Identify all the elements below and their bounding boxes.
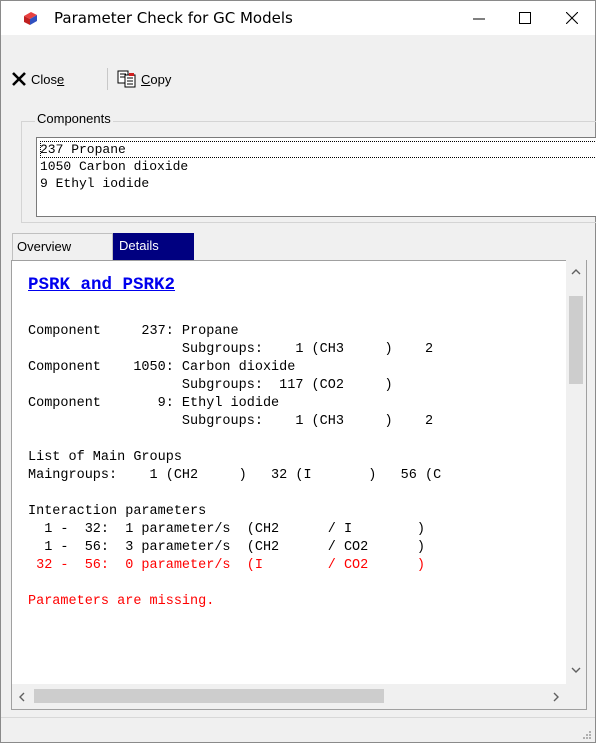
resize-grip-icon[interactable] [582, 730, 592, 740]
scroll-corner [566, 684, 586, 709]
tab-details[interactable]: Details [113, 233, 194, 260]
detail-line: 1 - 56: 3 parameter/s (CH2 / CO2 ) [28, 540, 425, 555]
chevron-right-icon[interactable] [552, 692, 560, 702]
detail-line: Component 237: Propane [28, 324, 239, 339]
close-window-button[interactable] [549, 1, 595, 35]
missing-parameters-message: Parameters are missing. [28, 594, 215, 609]
parameter-check-window: Parameter Check for GC Models Close Copy… [0, 0, 596, 743]
vertical-scrollbar[interactable] [566, 260, 586, 684]
toolbar-copy-button[interactable]: Copy [117, 66, 171, 92]
detail-line: Component 9: Ethyl iodide [28, 396, 280, 411]
horizontal-scrollbar[interactable] [12, 684, 566, 709]
components-label: Components [35, 111, 113, 126]
chevron-down-icon[interactable] [571, 666, 581, 674]
copy-icon [117, 70, 136, 88]
status-bar [1, 717, 595, 743]
detail-line: Interaction parameters [28, 504, 207, 519]
chevron-up-icon[interactable] [571, 268, 581, 276]
toolbar-close-label: Close [31, 71, 65, 87]
detail-line: 1 - 32: 1 parameter/s (CH2 / I ) [28, 522, 425, 537]
list-item[interactable]: 1050 Carbon dioxide [40, 158, 596, 175]
details-content: PSRK and PSRK2 Component 237: Propane Su… [28, 275, 568, 675]
app-icon [22, 11, 38, 26]
list-item[interactable]: 9 Ethyl iodide [40, 175, 596, 192]
detail-line: Component 1050: Carbon dioxide [28, 360, 296, 375]
detail-line: Subgroups: 117 (CO2 ) [28, 378, 393, 393]
tab-overview[interactable]: Overview [12, 233, 113, 260]
close-icon [566, 12, 578, 24]
chevron-left-icon[interactable] [18, 692, 26, 702]
window-title: Parameter Check for GC Models [54, 9, 293, 27]
maximize-button[interactable] [502, 1, 548, 35]
maximize-icon [519, 12, 531, 24]
toolbar-copy-label: Copy [141, 71, 172, 87]
title-bar[interactable]: Parameter Check for GC Models [1, 1, 595, 35]
components-list[interactable]: 237 Propane 1050 Carbon dioxide 9 Ethyl … [36, 137, 596, 217]
minimize-icon [473, 18, 485, 20]
toolbar-close-button[interactable]: Close [11, 66, 64, 92]
details-title: PSRK and PSRK2 [28, 275, 176, 295]
detail-line: Maingroups: 1 (CH2 ) 32 (I ) 56 (C [28, 468, 442, 483]
detail-line: List of Main Groups [28, 450, 182, 465]
toolbar-separator [107, 68, 108, 90]
detail-line: Subgroups: 1 (CH3 ) 2 [28, 414, 434, 429]
horizontal-scroll-thumb[interactable] [34, 689, 384, 703]
tab-details-label: Details [119, 238, 159, 253]
detail-line-error: 32 - 56: 0 parameter/s (I / CO2 ) [28, 558, 425, 573]
detail-line: Subgroups: 1 (CH3 ) 2 [28, 342, 434, 357]
vertical-scroll-thumb[interactable] [569, 296, 583, 384]
details-panel: PSRK and PSRK2 Component 237: Propane Su… [11, 260, 587, 710]
x-icon [12, 72, 26, 86]
list-item[interactable]: 237 Propane [40, 141, 596, 158]
tab-overview-label: Overview [17, 239, 72, 254]
minimize-button[interactable] [456, 1, 502, 35]
